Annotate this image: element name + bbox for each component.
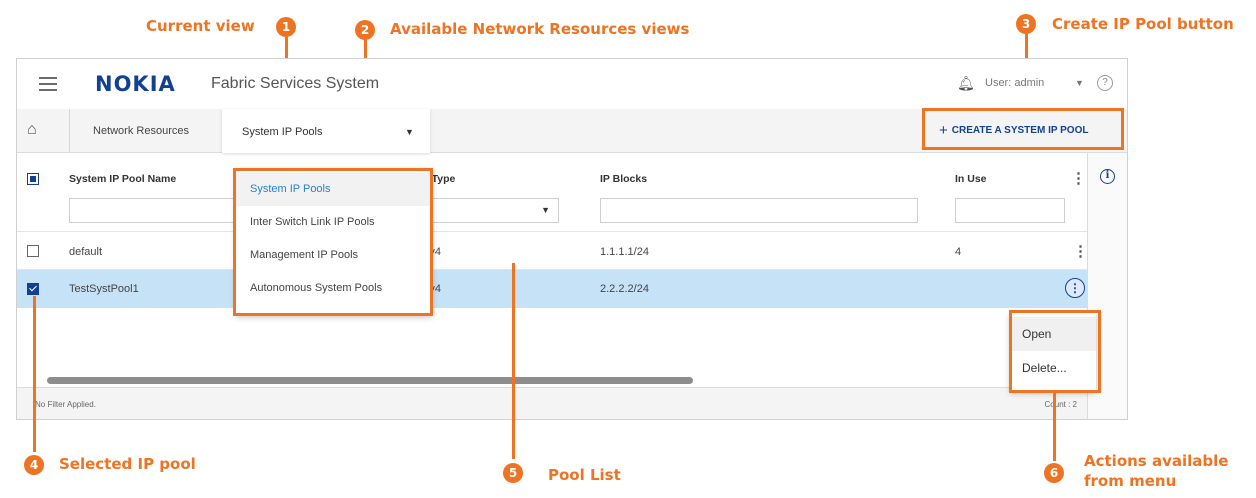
cell-name: TestSystPool1 (69, 283, 139, 295)
home-icon[interactable]: ⌂ (27, 121, 37, 139)
callout-current-view: Current view (146, 17, 255, 35)
breadcrumb-divider (69, 109, 70, 153)
user-label[interactable]: User: admin (985, 77, 1044, 89)
cell-name: default (69, 246, 103, 258)
callout-line-5 (512, 263, 515, 459)
callout-actions-line1: Actions available (1084, 452, 1229, 470)
row-checkbox-checked[interactable] (27, 283, 39, 295)
callout-available-views: Available Network Resources views (390, 20, 690, 38)
top-bar: NOKIA Fabric Services System 🔔︎ User: ad… (17, 59, 1127, 109)
header-divider (17, 231, 1087, 232)
help-icon[interactable]: ? (1097, 75, 1113, 91)
callout-number-4: 4 (24, 455, 44, 475)
pool-table: System IP Pool Name IP Type IP Blocks In… (17, 153, 1088, 387)
filter-in-use-input[interactable] (955, 198, 1065, 223)
filter-ip-type-select[interactable]: ▼ (419, 198, 559, 223)
row-actions-icon-active[interactable]: ⋮ (1065, 278, 1085, 298)
row-checkbox[interactable] (27, 245, 39, 257)
horizontal-scrollbar[interactable] (47, 377, 693, 384)
callout-number-1: 1 (276, 17, 296, 37)
table-row-selected[interactable]: TestSystPool1 IPv4 2.2.2.2/24 ⋮ (17, 270, 1087, 308)
view-selector-label: System IP Pools (242, 126, 323, 138)
callout-create-button: Create IP Pool button (1052, 15, 1234, 33)
callout-pool-list: Pool List (548, 466, 621, 484)
filter-name-input[interactable] (69, 198, 239, 223)
highlight-action-menu (1009, 310, 1101, 393)
callout-number-3: 3 (1016, 14, 1036, 34)
cell-ip-blocks: 2.2.2.2/24 (600, 283, 649, 295)
highlight-view-dropdown (233, 168, 433, 316)
callout-number-2: 2 (355, 20, 375, 40)
view-selector[interactable]: System IP Pools ▼ (222, 109, 430, 153)
row-count: Count : 2 (1044, 400, 1077, 409)
nokia-logo: NOKIA (95, 72, 176, 96)
info-icon[interactable]: i (1100, 169, 1115, 184)
highlight-create-button (922, 108, 1124, 150)
column-options-icon[interactable]: ⋮ (1071, 169, 1086, 187)
menu-icon[interactable] (39, 77, 57, 91)
row-actions-icon[interactable]: ⋮ (1073, 242, 1088, 260)
filter-ip-blocks-input[interactable] (600, 198, 918, 223)
callout-number-6: 6 (1044, 463, 1064, 483)
app-title: Fabric Services System (211, 75, 380, 92)
callout-line-4 (33, 296, 36, 452)
callout-number-5: 5 (503, 463, 523, 483)
callout-actions-line2: from menu (1084, 472, 1177, 490)
cell-in-use: 4 (955, 246, 962, 258)
select-all-checkbox[interactable] (27, 173, 39, 185)
filter-status: No Filter Applied. (35, 400, 96, 409)
chevron-down-icon[interactable]: ▼ (1075, 78, 1084, 88)
table-footer: No Filter Applied. Count : 2 (17, 387, 1087, 419)
chevron-down-icon: ▼ (541, 205, 550, 215)
column-header-name[interactable]: System IP Pool Name (69, 173, 176, 185)
column-header-ip-blocks[interactable]: IP Blocks (600, 173, 647, 185)
breadcrumb-network-resources[interactable]: Network Resources (93, 125, 189, 137)
cell-ip-blocks: 1.1.1.1/24 (600, 246, 649, 258)
callout-line-6 (1053, 393, 1056, 461)
callout-selected-pool: Selected IP pool (59, 455, 196, 473)
column-header-in-use[interactable]: In Use (955, 173, 987, 185)
bell-icon[interactable]: 🔔︎ (957, 75, 975, 92)
chevron-down-icon: ▼ (405, 127, 414, 137)
